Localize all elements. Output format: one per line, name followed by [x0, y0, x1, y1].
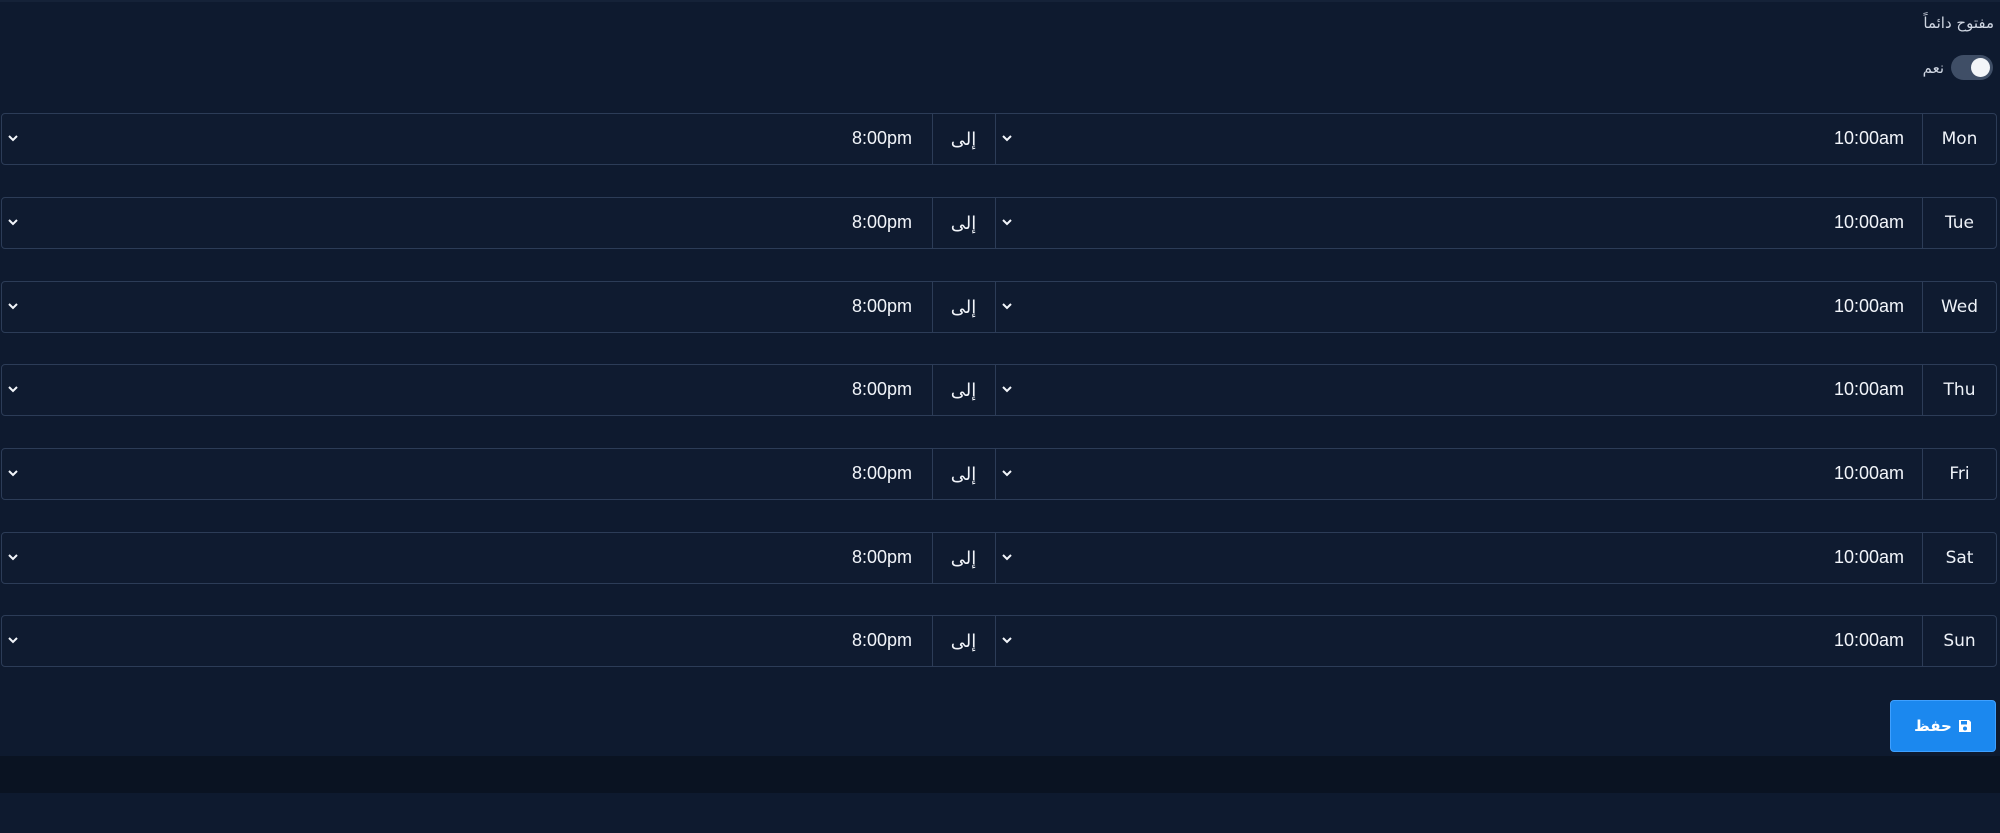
open-time-select[interactable]: 10:00am [995, 616, 1924, 666]
open-time-select[interactable]: 10:00am [995, 365, 1924, 415]
separator-label: إلى [932, 616, 994, 666]
day-label: Sat [1922, 533, 1996, 583]
close-time-value: 8:00pm [851, 128, 912, 148]
chevron-down-icon [1002, 386, 1012, 393]
close-time-select[interactable]: 8:00pm [2, 198, 932, 248]
separator-label: إلى [932, 198, 994, 248]
close-time-select[interactable]: 8:00pm [2, 282, 932, 332]
day-label: Mon [1922, 114, 1996, 164]
close-time-value: 8:00pm [851, 296, 912, 316]
open-time-value: 10:00am [1833, 379, 1904, 399]
open-time-value: 10:00am [1833, 296, 1904, 316]
close-time-value: 8:00pm [851, 630, 912, 650]
chevron-down-icon [8, 637, 18, 644]
chevron-down-icon [1002, 303, 1012, 310]
toggle-label: نعم [1922, 58, 1944, 77]
floppy-disk-icon [1958, 720, 1971, 732]
chevron-down-icon [8, 554, 18, 561]
close-time-select[interactable]: 8:00pm [2, 114, 932, 164]
open-time-select[interactable]: 10:00am [995, 114, 1924, 164]
schedule-row-tue: 8:00pm إلى 10:00am Tue [1, 197, 1997, 249]
schedule-row-thu: 8:00pm إلى 10:00am Thu [1, 364, 1997, 416]
close-time-select[interactable]: 8:00pm [2, 365, 932, 415]
close-time-select[interactable]: 8:00pm [2, 616, 932, 666]
chevron-down-icon [8, 386, 18, 393]
always-open-toggle-group[interactable]: نعم [1923, 55, 1993, 80]
open-time-select[interactable]: 10:00am [995, 282, 1924, 332]
schedule-row-wed: 8:00pm إلى 10:00am Wed [1, 281, 1997, 333]
chevron-down-icon [1002, 135, 1012, 142]
close-time-select[interactable]: 8:00pm [2, 449, 932, 499]
chevron-down-icon [8, 135, 18, 142]
chevron-down-icon [8, 470, 18, 477]
chevron-down-icon [1002, 470, 1012, 477]
day-label: Thu [1922, 365, 1996, 415]
always-open-toggle[interactable] [1951, 55, 1993, 80]
open-time-value: 10:00am [1833, 212, 1904, 232]
top-border [0, 0, 2000, 2]
separator-label: إلى [932, 365, 994, 415]
schedule-row-mon: 8:00pm إلى 10:00am Mon [1, 113, 1997, 165]
separator-label: إلى [932, 533, 994, 583]
chevron-down-icon [1002, 637, 1012, 644]
day-label: Fri [1922, 449, 1996, 499]
open-time-value: 10:00am [1833, 547, 1904, 567]
open-time-select[interactable]: 10:00am [995, 449, 1924, 499]
chevron-down-icon [1002, 219, 1012, 226]
close-time-value: 8:00pm [851, 212, 912, 232]
separator-label: إلى [932, 282, 994, 332]
schedule-row-sun: 8:00pm إلى 10:00am Sun [1, 615, 1997, 667]
separator-label: إلى [932, 114, 994, 164]
day-label: Tue [1922, 198, 1996, 248]
open-time-value: 10:00am [1833, 463, 1904, 483]
open-time-value: 10:00am [1833, 630, 1904, 650]
schedule-row-fri: 8:00pm إلى 10:00am Fri [1, 448, 1997, 500]
footer-band [0, 756, 2000, 793]
day-label: Sun [1922, 616, 1996, 666]
close-time-select[interactable]: 8:00pm [2, 533, 932, 583]
toggle-knob [1971, 58, 1990, 77]
always-open-label: مفتوح دائماً [1923, 14, 1994, 32]
save-button[interactable]: حفظ [1890, 700, 1996, 752]
save-button-label: حفظ [1914, 717, 1952, 735]
open-time-value: 10:00am [1833, 128, 1904, 148]
open-time-select[interactable]: 10:00am [995, 198, 1924, 248]
chevron-down-icon [8, 303, 18, 310]
open-time-select[interactable]: 10:00am [995, 533, 1924, 583]
close-time-value: 8:00pm [851, 463, 912, 483]
schedule-row-sat: 8:00pm إلى 10:00am Sat [1, 532, 1997, 584]
separator-label: إلى [932, 449, 994, 499]
day-label: Wed [1922, 282, 1996, 332]
chevron-down-icon [1002, 554, 1012, 561]
close-time-value: 8:00pm [851, 547, 912, 567]
chevron-down-icon [8, 219, 18, 226]
close-time-value: 8:00pm [851, 379, 912, 399]
